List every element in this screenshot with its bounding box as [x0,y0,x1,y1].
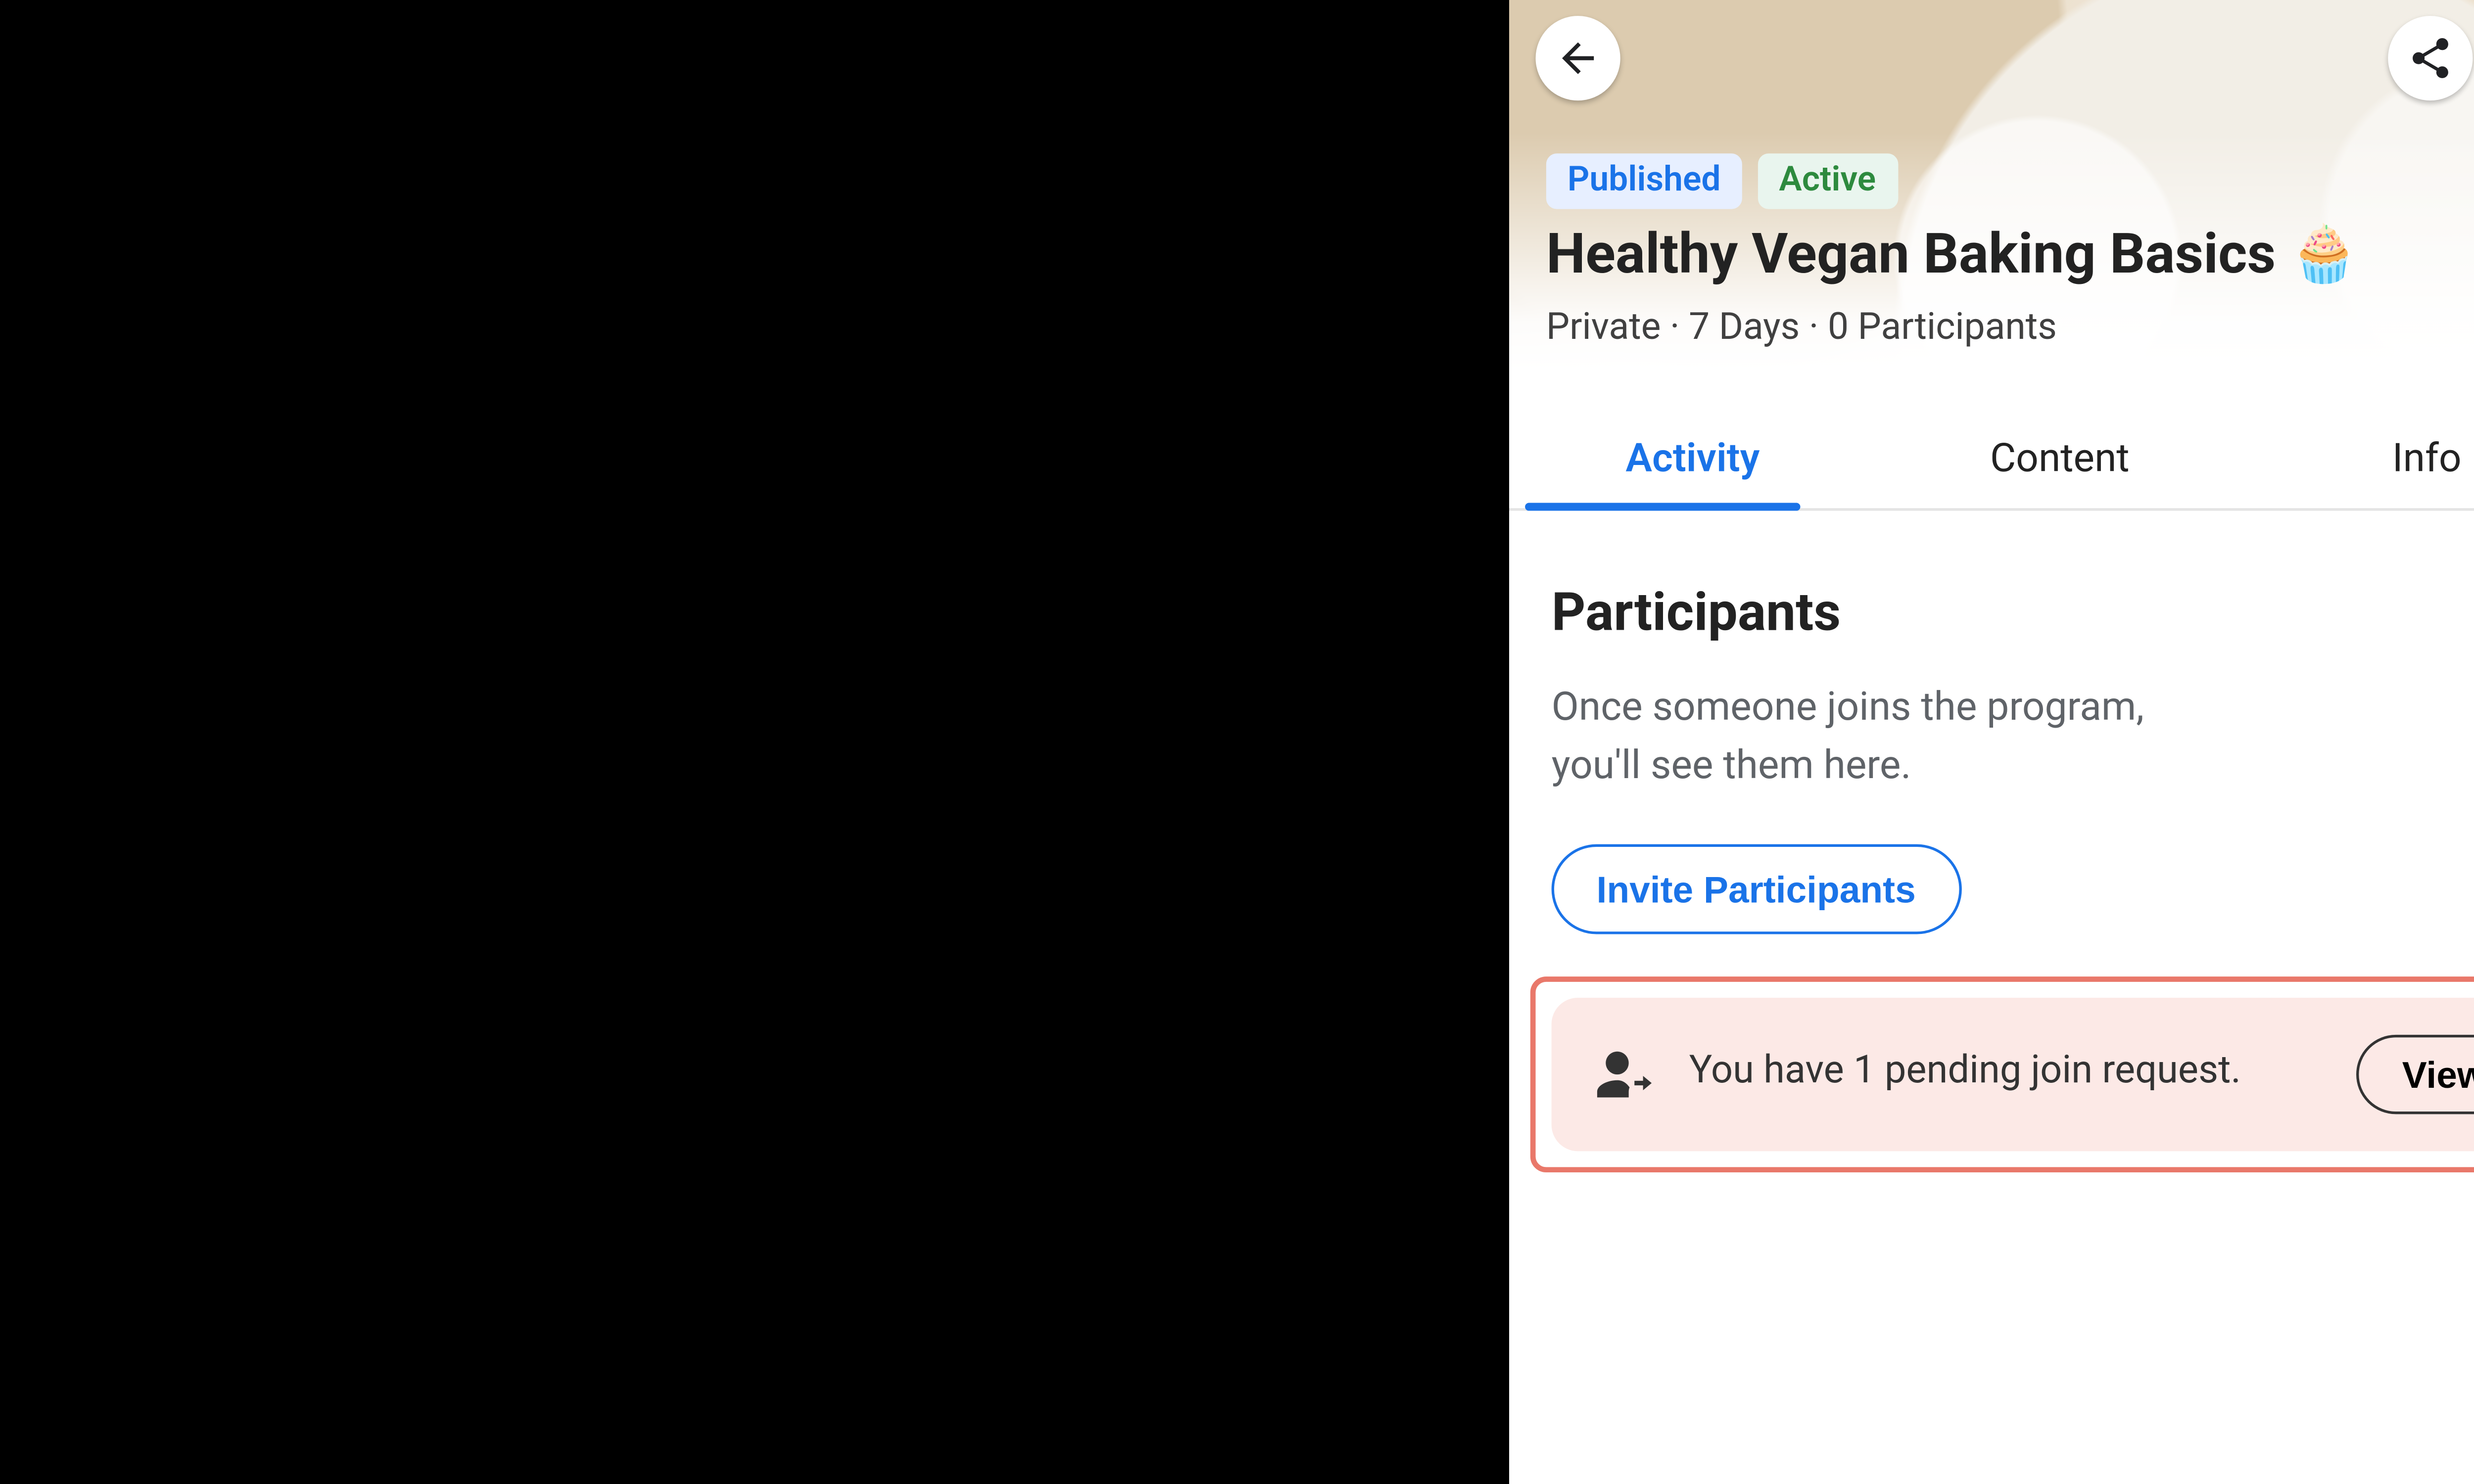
tab-content[interactable]: Content [1876,402,2243,508]
hero-image: Published Active Healthy Vegan Baking Ba… [1509,0,2474,371]
invite-participants-button[interactable]: Invite Participants [1552,843,1961,933]
share-icon [2407,35,2454,82]
page-title: Healthy Vegan Baking Basics 🧁 [1546,225,2474,291]
tab-panel-activity: Participants Once someone joins the prog… [1509,511,2474,933]
tab-info[interactable]: Info [2243,402,2474,508]
page-subtitle: Private · 7 Days · 0 Participants [1546,307,2474,350]
status-badge-published: Published [1546,153,1742,208]
empty-line-2: you'll see them here. [1552,741,1911,788]
empty-line-1: Once someone joins the program, [1552,683,2144,730]
participants-empty-text: Once someone joins the program, you'll s… [1552,680,2474,795]
pending-request-card: You have 1 pending join request. View [1552,996,2474,1150]
arrow-left-icon [1554,35,1602,82]
participants-heading: Participants [1552,580,2474,643]
tab-bar: Activity Content Info [1509,402,2474,510]
share-button[interactable] [2388,16,2473,100]
view-pending-button[interactable]: View [2357,1033,2474,1113]
back-button[interactable] [1536,16,1620,100]
program-header: Published Active Healthy Vegan Baking Ba… [1546,153,2474,349]
tab-activity[interactable]: Activity [1509,402,1876,508]
person-incoming-icon [1589,1039,1658,1108]
pending-request-highlight: You have 1 pending join request. View [1530,975,2474,1171]
status-badge-active: Active [1758,153,1897,208]
pending-request-message: You have 1 pending join request. [1689,1048,2326,1098]
